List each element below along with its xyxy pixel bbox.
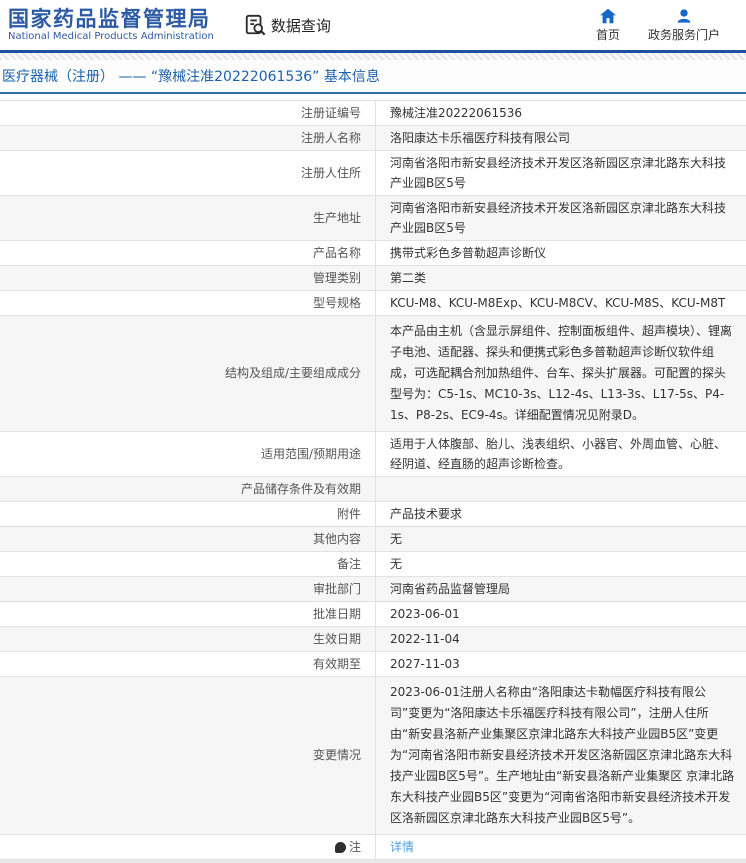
row-management-category: 管理类别 第二类: [0, 266, 746, 291]
row-value: 适用于人体腹部、胎儿、浅表组织、小器官、外周血管、心脏、经阴道、经直肠的超声诊断…: [375, 432, 746, 476]
row-label: 生效日期: [312, 632, 361, 646]
hatched-strip: [0, 53, 746, 60]
row-value: 携带式彩色多普勒超声诊断仪: [375, 241, 746, 265]
org-name-en: National Medical Products Administration: [8, 31, 214, 42]
row-registration-number: 注册证编号 豫械注准20222061536: [0, 101, 746, 126]
row-other-content: 其他内容 无: [0, 527, 746, 552]
row-value: 无: [375, 527, 746, 551]
row-product-name: 产品名称 携带式彩色多普勒超声诊断仪: [0, 241, 746, 266]
row-value: 河南省药品监督管理局: [375, 577, 746, 601]
row-value: 洛阳康达卡乐福医疗科技有限公司: [375, 126, 746, 150]
row-label: 产品储存条件及有效期: [240, 482, 361, 496]
home-label: 首页: [595, 27, 620, 42]
site-header: 国家药品监督管理局 National Medical Products Admi…: [0, 0, 746, 50]
details-link[interactable]: 详情: [390, 837, 414, 857]
row-value: 2023-06-01注册人名称由“洛阳康达卡勒幅医疗科技有限公司”变更为“洛阳康…: [375, 677, 746, 834]
row-label: 审批部门: [312, 582, 361, 596]
document-magnifier-icon: [244, 14, 266, 36]
row-model-specification: 型号规格 KCU-M8、KCU-M8Exp、KCU-M8CV、KCU-M8S、K…: [0, 291, 746, 316]
data-query-label: 数据查询: [270, 16, 331, 35]
row-value: 豫械注准20222061536: [375, 101, 746, 125]
org-name-zh: 国家药品监督管理局: [8, 7, 211, 31]
row-production-address: 生产地址 河南省洛阳市新安县经济技术开发区洛新园区京津北路东大科技产业园B区5号: [0, 196, 746, 241]
row-label: 型号规格: [312, 296, 361, 310]
header-right-nav: 首页 政务服务门户: [596, 8, 734, 43]
data-query-nav[interactable]: 数据查询: [244, 14, 331, 36]
row-value: 详情: [375, 835, 746, 859]
comment-dot-icon: [334, 841, 346, 853]
row-label: 备注: [336, 557, 361, 571]
row-value: 第二类: [375, 266, 746, 290]
row-label: 生产地址: [312, 211, 361, 225]
note-label: 注: [348, 840, 361, 854]
row-value: 2027-11-03: [375, 652, 746, 676]
portal-link[interactable]: 政务服务门户: [648, 8, 720, 43]
row-value: 2023-06-01: [375, 602, 746, 626]
row-registrant-name: 注册人名称 洛阳康达卡乐福医疗科技有限公司: [0, 126, 746, 151]
row-scope-of-application: 适用范围/预期用途 适用于人体腹部、胎儿、浅表组织、小器官、外周血管、心脏、经阴…: [0, 432, 746, 477]
row-label: 有效期至: [312, 657, 361, 671]
breadcrumb: 医疗器械（注册） —— “豫械注准20222061536” 基本信息: [0, 60, 746, 94]
row-label: 注册人住所: [300, 166, 361, 180]
row-label: 附件: [336, 507, 361, 521]
row-label: 其他内容: [312, 532, 361, 546]
row-label: 变更情况: [312, 748, 361, 762]
row-approval-department: 审批部门 河南省药品监督管理局: [0, 577, 746, 602]
nmpa-logo[interactable]: 国家药品监督管理局 National Medical Products Admi…: [8, 7, 214, 43]
row-approval-date: 批准日期 2023-06-01: [0, 602, 746, 627]
portal-label: 政务服务门户: [647, 27, 720, 42]
row-label: 结构及组成/主要组成成分: [224, 366, 361, 380]
row-registrant-address: 注册人住所 河南省洛阳市新安县经济技术开发区洛新园区京津北路东大科技产业园B区5…: [0, 151, 746, 196]
row-remarks: 备注 无: [0, 552, 746, 577]
row-value: 河南省洛阳市新安县经济技术开发区洛新园区京津北路东大科技产业园B区5号: [375, 151, 746, 195]
row-value: 无: [375, 552, 746, 576]
row-value: KCU-M8、KCU-M8Exp、KCU-M8CV、KCU-M8S、KCU-M8…: [375, 291, 746, 315]
row-value: [375, 477, 746, 501]
row-label: 注: [0, 835, 375, 859]
row-label: 注册证编号: [300, 106, 361, 120]
row-label: 注册人名称: [300, 131, 361, 145]
row-label: 批准日期: [312, 607, 361, 621]
home-link[interactable]: 首页: [596, 8, 620, 43]
row-value: 河南省洛阳市新安县经济技术开发区洛新园区京津北路东大科技产业园B区5号: [375, 196, 746, 240]
row-label: 管理类别: [312, 271, 361, 285]
row-label: 产品名称: [312, 246, 361, 260]
row-change-info: 变更情况 2023-06-01注册人名称由“洛阳康达卡勒幅医疗科技有限公司”变更…: [0, 677, 746, 835]
row-structure-composition: 结构及组成/主要组成成分 本产品由主机（含显示屏组件、控制面板组件、超声模块）、…: [0, 316, 746, 432]
row-note-details: 注 详情: [0, 835, 746, 860]
row-attachment: 附件 产品技术要求: [0, 502, 746, 527]
row-effective-date: 生效日期 2022-11-04: [0, 627, 746, 652]
row-value: 2022-11-04: [375, 627, 746, 651]
row-value: 本产品由主机（含显示屏组件、控制面板组件、超声模块）、锂离子电池、适配器、探头和…: [375, 316, 746, 431]
row-valid-until: 有效期至 2027-11-03: [0, 652, 746, 677]
row-value: 产品技术要求: [375, 502, 746, 526]
row-storage-conditions: 产品储存条件及有效期: [0, 477, 746, 502]
row-label: 适用范围/预期用途: [260, 447, 361, 461]
registration-info-table: 注册证编号 豫械注准20222061536 注册人名称 洛阳康达卡乐福医疗科技有…: [0, 100, 746, 860]
house-icon: [599, 8, 617, 24]
person-icon: [676, 8, 692, 24]
